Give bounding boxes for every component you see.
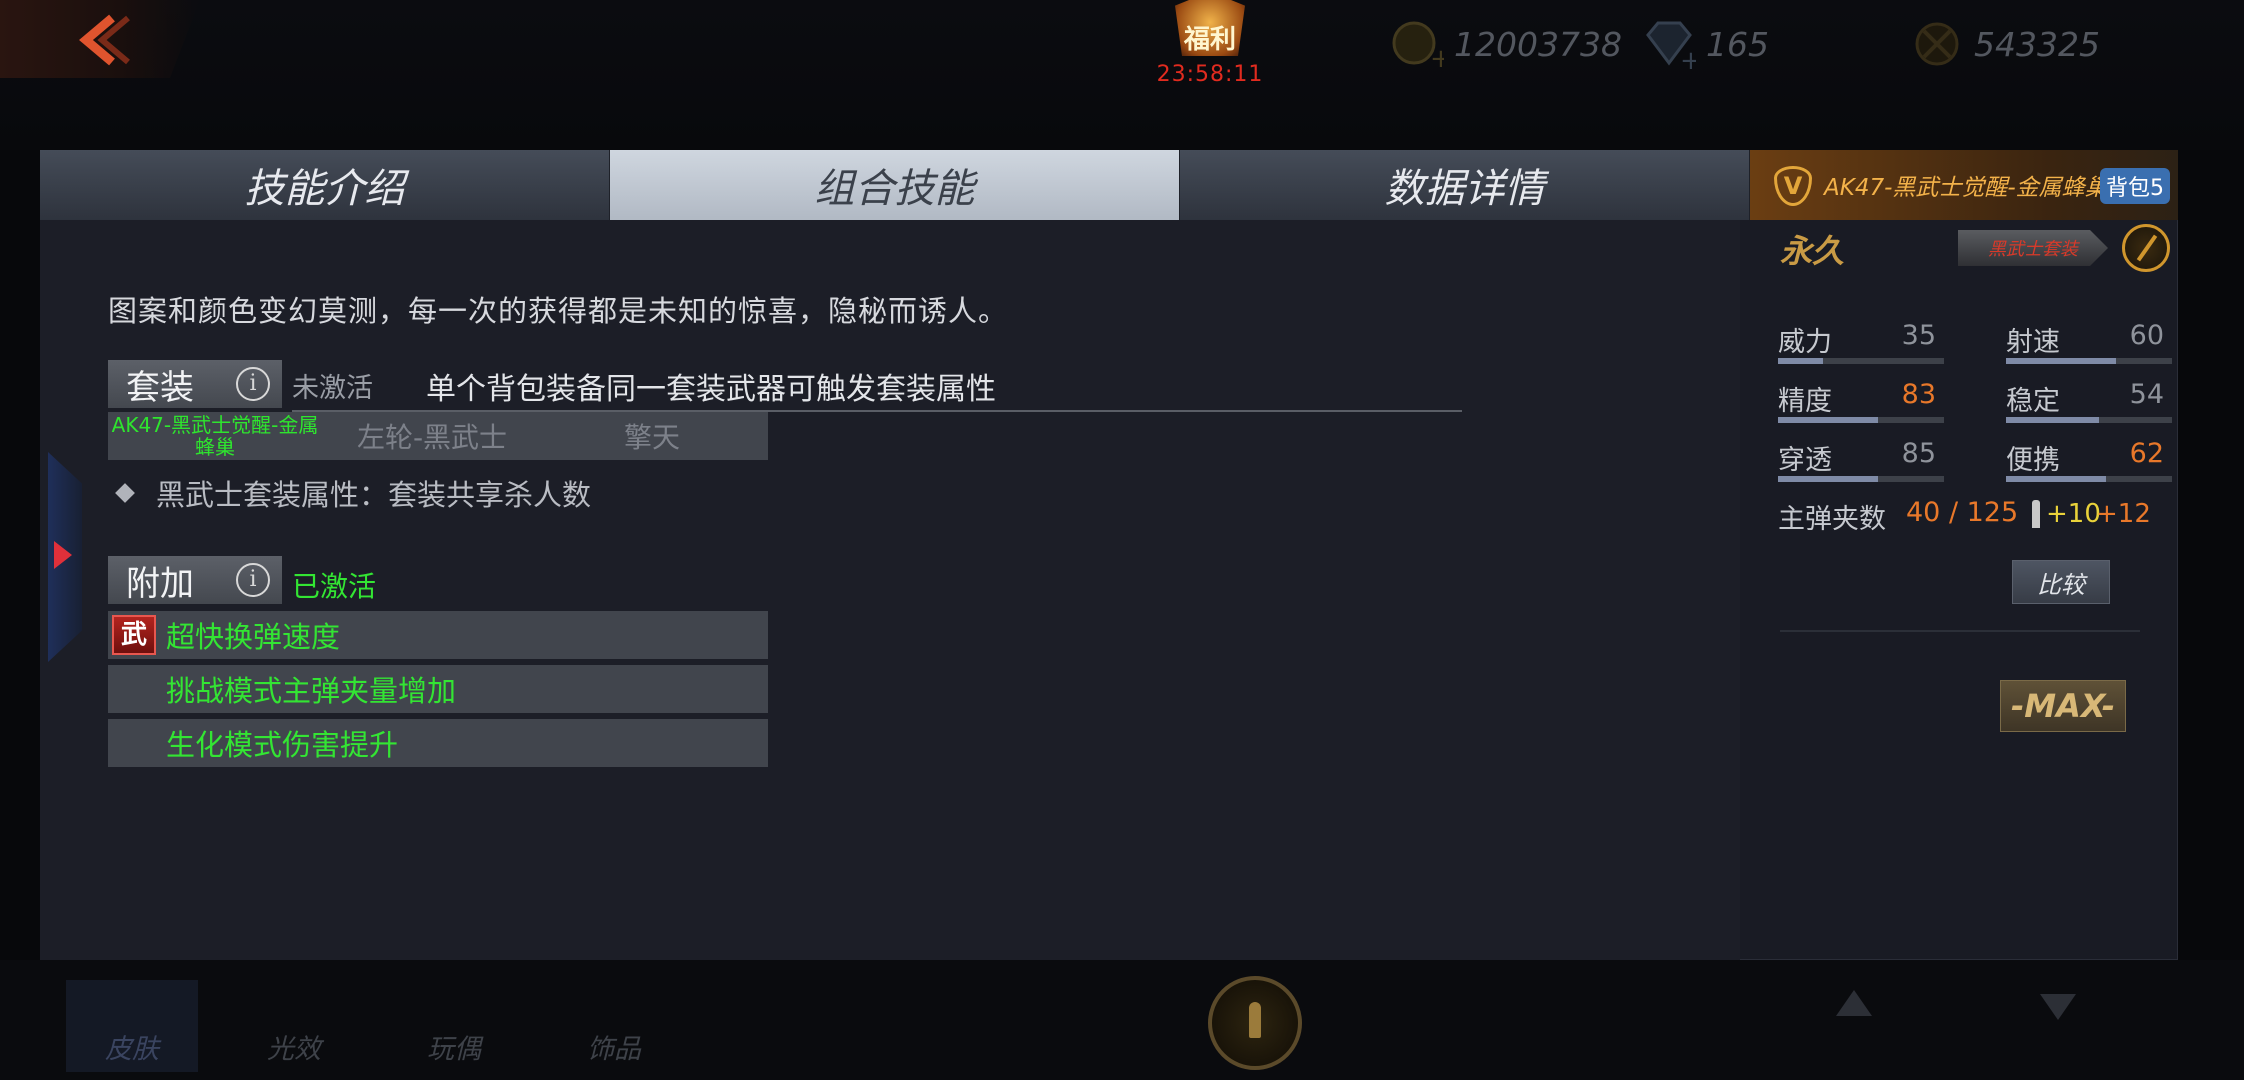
- stat-accuracy: 精度 83: [1778, 379, 1948, 435]
- top-bar: [0, 0, 2244, 150]
- stat-value: 62: [2129, 438, 2164, 469]
- suit-description: 单个背包装备同一套装武器可触发套装属性: [426, 372, 996, 407]
- gift-icon: 福利: [1175, 0, 1245, 56]
- weapon-name: AK47-黑武士觉醒-金属蜂巢: [1824, 175, 2108, 201]
- bullet-diamond-icon: [115, 483, 135, 503]
- tab-combo-skill[interactable]: 组合技能: [610, 150, 1180, 220]
- honor-amount: 543325: [1974, 24, 2100, 64]
- suit-item[interactable]: AK47-黑武士觉醒-金属蜂巢: [108, 414, 322, 458]
- extra-status: 已激活: [292, 570, 377, 603]
- crossed-swords-icon: [1910, 17, 1964, 71]
- welfare-timer: 23:58:11: [1156, 62, 1264, 87]
- diamond-icon: +: [1642, 17, 1696, 71]
- stat-bar: [2006, 476, 2172, 482]
- stat-portability: 便携 62: [2006, 438, 2176, 494]
- gold-currency[interactable]: + 12003738: [1390, 14, 1622, 74]
- bonus-row: 生化模式伤害提升: [108, 719, 768, 767]
- back-button[interactable]: [0, 0, 200, 78]
- suit-label-text: 套装: [126, 367, 194, 408]
- stat-value: 35: [1901, 320, 1936, 351]
- tab-data-details[interactable]: 数据详情: [1180, 150, 1750, 220]
- bullet-icon: [2032, 500, 2040, 528]
- stat-fire-rate: 射速 60: [2006, 320, 2176, 376]
- extra-label-text: 附加: [126, 563, 194, 604]
- diamond-currency[interactable]: + 165: [1642, 14, 1769, 74]
- magazine-label: 主弹夹数: [1778, 504, 1886, 535]
- stat-stability: 稳定 54: [2006, 379, 2176, 435]
- stat-penetration: 穿透 85: [1778, 438, 1948, 494]
- weapon-header: V AK47-黑武士觉醒-金属蜂巢 背包5: [1750, 150, 2178, 220]
- stat-value: 54: [2129, 379, 2164, 410]
- ammo-emblem-icon[interactable]: [1208, 976, 1302, 1070]
- bonus-text: 超快换弹速度: [166, 620, 341, 654]
- tab-skill-intro[interactable]: 技能介绍: [40, 150, 610, 220]
- svg-text:+: +: [1430, 44, 1444, 71]
- honor-currency[interactable]: 543325: [1910, 14, 2100, 74]
- stat-value: 60: [2129, 320, 2164, 351]
- stat-bar: [1778, 358, 1944, 364]
- svg-text:+: +: [1680, 46, 1696, 71]
- arrow-up-icon[interactable]: [1836, 990, 1872, 1016]
- suit-tag: 黑武士套装: [1958, 230, 2108, 266]
- magazine-bonus: +10: [2046, 499, 2101, 529]
- suit-bonus: 黑武士套装属性：套装共享杀人数: [115, 472, 592, 514]
- welfare-button[interactable]: 福利 23:58:11: [1155, 0, 1265, 90]
- stat-bar: [1778, 417, 1944, 423]
- suit-section-label: 套装 i: [108, 360, 282, 408]
- suit-status: 未激活: [292, 373, 373, 404]
- chevron-left-icon: [79, 14, 130, 66]
- duration-label: 永久: [1780, 232, 1845, 270]
- stat-label: 射速: [2006, 327, 2060, 358]
- stat-bar: [2006, 417, 2172, 423]
- extra-section-label: 附加 i: [108, 556, 282, 604]
- stat-bar: [1778, 476, 1944, 482]
- magazine-bonus-extra: +12: [2096, 499, 2151, 529]
- vip-badge-icon: V: [1774, 166, 1812, 206]
- stat-label: 穿透: [1778, 445, 1832, 476]
- suit-item[interactable]: 擎天: [542, 416, 762, 456]
- bag-badge: 背包5: [2100, 168, 2170, 204]
- coin-icon: +: [1390, 17, 1444, 71]
- triangle-right-icon[interactable]: [54, 541, 72, 569]
- bonus-text: 挑战模式主弹夹量增加: [166, 674, 457, 708]
- target-icon[interactable]: [2122, 224, 2170, 272]
- stat-bar-fill: [2006, 417, 2099, 423]
- stat-bar-fill: [2006, 476, 2106, 482]
- tab-bar: 技能介绍 组合技能 数据详情: [40, 150, 1750, 220]
- arrow-down-icon[interactable]: [2040, 994, 2076, 1020]
- stat-label: 便携: [2006, 445, 2060, 476]
- bonus-row: 武 超快换弹速度: [108, 611, 768, 659]
- info-icon[interactable]: i: [236, 563, 270, 597]
- suit-items-row: AK47-黑武士觉醒-金属蜂巢 左轮-黑武士 擎天: [108, 412, 768, 460]
- stat-bar: [2006, 358, 2172, 364]
- info-icon[interactable]: i: [236, 367, 270, 401]
- weapon-badge-icon: 武: [112, 615, 156, 655]
- stat-label: 精度: [1778, 386, 1832, 417]
- tab-skin[interactable]: 皮肤: [66, 980, 198, 1072]
- tab-effect[interactable]: 光效: [228, 980, 360, 1072]
- suit-bonus-text: 黑武士套装属性：套装共享杀人数: [156, 478, 592, 512]
- stat-bar-fill: [1778, 358, 1823, 364]
- bonus-row: 挑战模式主弹夹量增加: [108, 665, 768, 713]
- bonus-text: 生化模式伤害提升: [166, 728, 399, 762]
- max-button[interactable]: -MAX-: [2000, 680, 2126, 732]
- tab-doll[interactable]: 玩偶: [388, 980, 520, 1072]
- stat-bar-fill: [1778, 476, 1878, 482]
- stat-label: 稳定: [2006, 386, 2060, 417]
- stat-value: 85: [1901, 438, 1936, 469]
- stat-bar-fill: [2006, 358, 2116, 364]
- stat-power: 威力 35: [1778, 320, 1948, 376]
- divider: [1780, 630, 2140, 632]
- stat-label: 威力: [1778, 327, 1832, 358]
- stat-bar-fill: [1778, 417, 1878, 423]
- stat-value: 83: [1901, 379, 1936, 410]
- magazine-value: 40 / 125: [1906, 497, 2019, 528]
- compare-button[interactable]: 比较: [2012, 560, 2110, 604]
- skin-description: 图案和颜色变幻莫测，每一次的获得都是未知的惊喜，隐秘而诱人。: [108, 294, 1009, 328]
- suit-item[interactable]: 左轮-黑武士: [322, 416, 542, 456]
- gold-amount: 12003738: [1454, 24, 1622, 64]
- diamond-amount: 165: [1706, 24, 1769, 64]
- tab-accessory[interactable]: 饰品: [548, 980, 680, 1072]
